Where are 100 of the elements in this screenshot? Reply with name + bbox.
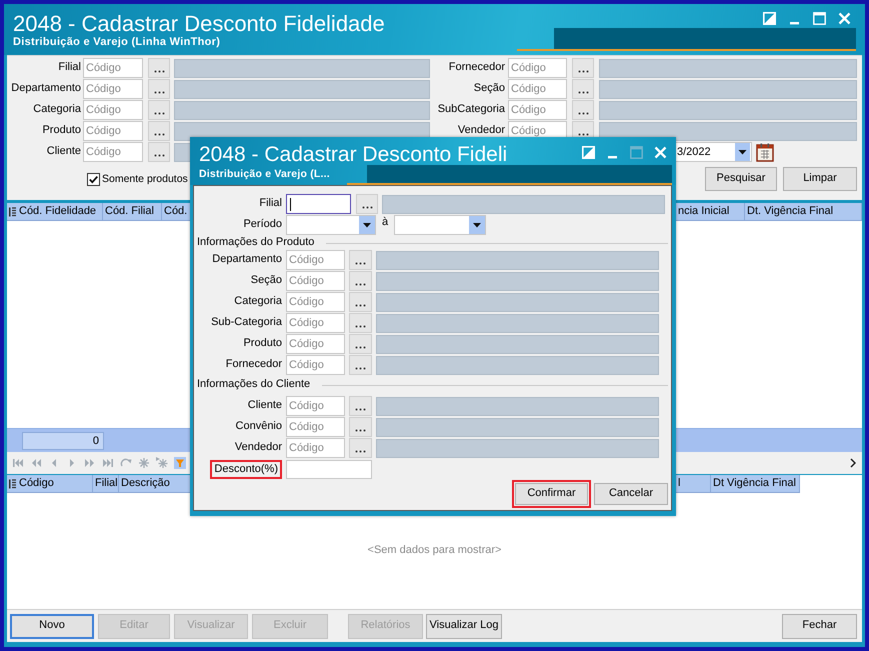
field-label: Filial xyxy=(258,197,282,211)
ellipsis-icon xyxy=(578,91,588,94)
field-label: SubCategoria xyxy=(436,103,505,117)
checkbox[interactable] xyxy=(87,172,100,186)
field-label: Seção xyxy=(250,274,282,288)
lookup-button[interactable] xyxy=(148,142,170,162)
ellipsis-icon xyxy=(362,206,372,209)
ellipsis-icon xyxy=(154,112,164,115)
discount-input[interactable] xyxy=(286,460,372,478)
dialog-subtitle: Distribuição e Varejo (L... xyxy=(199,168,330,181)
clear-button[interactable]: Limpar xyxy=(783,167,857,191)
record-count-field: 0 xyxy=(22,432,104,450)
column-header[interactable]: Código xyxy=(17,475,93,492)
ellipsis-icon xyxy=(355,262,366,265)
code-input[interactable]: Código xyxy=(286,271,345,291)
column-header[interactable]: Dt. Vigência Final xyxy=(745,203,862,220)
lookup-button[interactable] xyxy=(572,58,594,78)
chevron-right-icon[interactable] xyxy=(850,458,856,468)
branch-input[interactable] xyxy=(286,194,351,214)
lookup-button[interactable] xyxy=(148,79,170,99)
code-input[interactable]: Código xyxy=(83,58,143,78)
ellipsis-icon xyxy=(355,408,366,411)
checkbox-label: Somente produtos xyxy=(102,172,188,186)
section-title: Informações do Produto xyxy=(197,236,314,250)
window-subtitle: Distribuição e Varejo (Linha WinThor) xyxy=(13,36,220,49)
ellipsis-icon xyxy=(154,70,164,73)
code-input[interactable]: Código xyxy=(508,58,567,78)
field-label: Departamento xyxy=(211,253,282,267)
code-input[interactable]: Código xyxy=(83,142,143,162)
lookup-button[interactable] xyxy=(148,121,170,141)
column-list-icon[interactable] xyxy=(8,206,16,216)
caret-down-icon[interactable] xyxy=(735,143,750,161)
period-end-dropdown[interactable] xyxy=(394,215,486,235)
code-input[interactable]: Código xyxy=(508,100,567,120)
empty-message: <Sem dados para mostrar> xyxy=(368,544,502,558)
search-button[interactable]: Pesquisar xyxy=(705,167,777,191)
code-input[interactable]: Código xyxy=(286,396,345,416)
field-label: Departamento xyxy=(10,82,81,96)
code-input[interactable]: Código xyxy=(508,79,567,99)
lookup-button[interactable] xyxy=(572,100,594,120)
toolbar-button[interactable]: Fechar xyxy=(782,614,857,638)
column-header[interactable]: Cód. Fidelidade xyxy=(17,203,103,220)
period-start-dropdown[interactable] xyxy=(286,215,376,235)
window-title: 2048 - Cadastrar Desconto Fidelidade xyxy=(13,12,385,36)
half-square-icon[interactable] xyxy=(582,146,595,159)
code-input[interactable]: Código xyxy=(286,438,345,458)
code-input[interactable]: Código xyxy=(286,250,345,270)
ellipsis-icon xyxy=(154,133,164,136)
field-label: Fornecedor xyxy=(224,358,282,372)
code-input[interactable]: Código xyxy=(83,79,143,99)
period-separator: à xyxy=(380,215,390,229)
ellipsis-icon xyxy=(154,91,164,94)
field-label: Seção xyxy=(472,82,505,96)
code-input[interactable]: Código xyxy=(83,100,143,120)
ellipsis-icon xyxy=(578,70,588,73)
ellipsis-icon xyxy=(578,133,588,136)
field-label: Vendedor xyxy=(456,124,505,138)
caret-down-icon xyxy=(469,216,485,234)
toolbar-button[interactable]: Visualizar Log xyxy=(426,614,502,638)
lookup-button[interactable] xyxy=(148,100,170,120)
field-label: Convênio xyxy=(234,420,282,434)
field-label: Cliente xyxy=(46,145,81,159)
ellipsis-icon xyxy=(355,283,366,286)
section-title: Informações do Cliente xyxy=(197,378,310,392)
column-list-icon[interactable] xyxy=(8,478,16,488)
code-input[interactable]: Código xyxy=(286,313,345,333)
column-header[interactable]: Cód. Filial xyxy=(103,203,162,220)
text-cursor-icon xyxy=(290,198,291,210)
code-input[interactable]: Código xyxy=(286,355,345,375)
field-label: Sub-Categoria xyxy=(210,316,282,330)
dialog-button[interactable]: Cancelar xyxy=(594,483,668,505)
half-square-icon[interactable] xyxy=(763,12,776,25)
field-label: Filial xyxy=(57,61,81,75)
lookup-button[interactable] xyxy=(572,79,594,99)
field-label: Vendedor xyxy=(234,441,282,455)
ellipsis-icon xyxy=(355,429,366,432)
ellipsis-icon xyxy=(154,154,164,157)
close-icon[interactable] xyxy=(654,146,667,159)
ellipsis-icon xyxy=(355,367,366,370)
ellipsis-icon xyxy=(355,304,366,307)
dialog-title: 2048 - Cadastrar Desconto Fideli xyxy=(199,143,508,167)
column-header[interactable]: Dt Vigência Final xyxy=(711,475,800,492)
discount-label: Desconto(%) xyxy=(210,460,282,478)
dialog-button[interactable]: Confirmar xyxy=(515,483,588,505)
date-field[interactable]: 3/2022 xyxy=(676,142,735,162)
code-input[interactable]: Código xyxy=(83,121,143,141)
ellipsis-icon xyxy=(355,346,366,349)
close-icon[interactable] xyxy=(838,12,851,25)
calendar-icon[interactable] xyxy=(756,142,774,162)
code-input[interactable]: Código xyxy=(286,292,345,312)
lookup-button[interactable] xyxy=(148,58,170,78)
column-header[interactable]: Filial xyxy=(93,475,119,492)
lookup-button[interactable] xyxy=(356,194,378,214)
code-input[interactable]: Código xyxy=(286,417,345,437)
toolbar-button[interactable]: Novo xyxy=(10,614,94,638)
code-input[interactable]: Código xyxy=(286,334,345,354)
ellipsis-icon xyxy=(578,112,588,115)
caret-down-icon xyxy=(359,216,375,234)
ellipsis-icon xyxy=(355,450,366,453)
field-label: Fornecedor xyxy=(448,61,505,75)
